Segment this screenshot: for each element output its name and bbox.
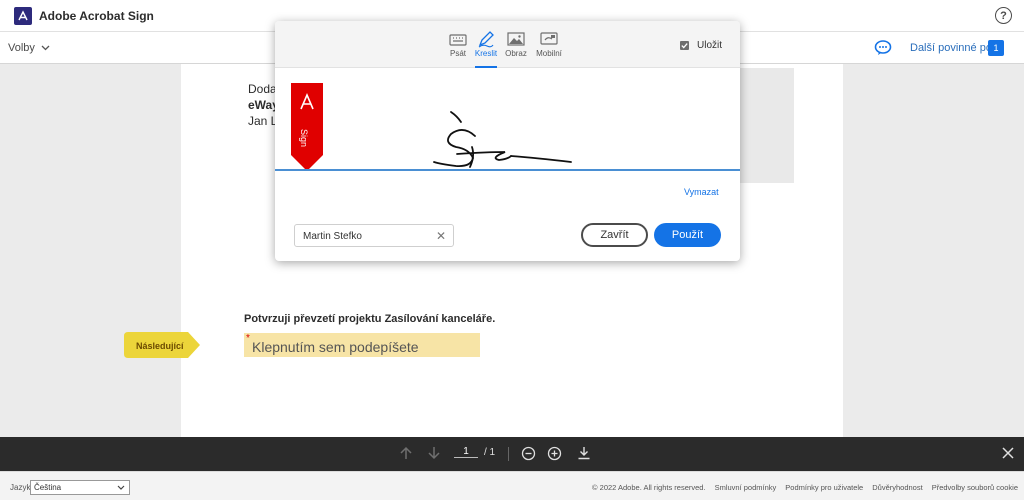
footer-link-terms[interactable]: Smluvní podmínky: [715, 483, 777, 492]
zoom-out-icon[interactable]: [521, 446, 536, 461]
chevron-down-icon: [41, 45, 50, 51]
download-icon[interactable]: [577, 446, 591, 460]
footer: Jazyk Čeština © 2022 Adobe. All rights r…: [0, 471, 1024, 500]
document-line: Doda: [248, 82, 277, 96]
next-field-tag[interactable]: Následující: [124, 332, 200, 358]
signer-name-value: Martin Stefko: [303, 231, 362, 242]
language-label: Jazyk: [10, 483, 31, 492]
options-menu[interactable]: Volby: [8, 42, 50, 54]
page-number-input[interactable]: 1: [454, 446, 478, 458]
help-icon[interactable]: ?: [995, 7, 1012, 24]
footer-link-user-terms[interactable]: Podmínky pro uživatele: [785, 483, 863, 492]
signature-baseline: [275, 169, 740, 171]
signature-dialog: Psát Kreslit Obraz Mobilní Uložit Sign V…: [275, 21, 740, 261]
toolbar-divider: [508, 447, 509, 461]
signature-drawing[interactable]: [275, 21, 740, 171]
required-field-count-badge: 1: [988, 40, 1004, 56]
language-select[interactable]: Čeština: [30, 480, 130, 495]
footer-links: © 2022 Adobe. All rights reserved. Smluv…: [592, 483, 1018, 492]
apply-button[interactable]: Použít: [654, 223, 721, 247]
app-title: Adobe Acrobat Sign: [39, 9, 154, 23]
language-value: Čeština: [34, 483, 62, 492]
footer-link-trust[interactable]: Důvěryhodnost: [872, 483, 922, 492]
confirmation-text: Potvrzuji převzetí projektu Zasílování k…: [244, 313, 496, 325]
zoom-in-icon[interactable]: [547, 446, 562, 461]
clear-input-icon[interactable]: ✕: [436, 229, 446, 243]
copyright-text: © 2022 Adobe. All rights reserved.: [592, 483, 706, 492]
close-icon[interactable]: [1002, 447, 1014, 459]
chat-icon[interactable]: [874, 40, 892, 56]
close-button[interactable]: Zavřít: [581, 223, 648, 247]
signature-field[interactable]: * Klepnutím sem podepíšete: [244, 333, 480, 357]
page-total: / 1: [484, 447, 496, 458]
page-toolbar: 1 / 1: [0, 437, 1024, 471]
arrow-up-icon[interactable]: [399, 446, 413, 460]
options-label: Volby: [8, 42, 35, 54]
next-field-tag-label: Následující: [136, 341, 184, 351]
signature-field-placeholder: Klepnutím sem podepíšete: [252, 339, 419, 355]
signer-name-field[interactable]: Martin Stefko ✕: [294, 224, 454, 247]
acrobat-sign-logo-icon: [14, 7, 32, 25]
arrow-down-icon[interactable]: [427, 446, 441, 460]
document-line: Jan L: [248, 114, 278, 128]
clear-signature-link[interactable]: Vymazat: [684, 187, 719, 197]
chevron-down-icon: [117, 485, 125, 490]
required-marker: *: [246, 333, 250, 344]
footer-link-cookies[interactable]: Předvolby souborů cookie: [932, 483, 1018, 492]
next-required-field-link[interactable]: Další povinné pole: [910, 42, 1001, 54]
